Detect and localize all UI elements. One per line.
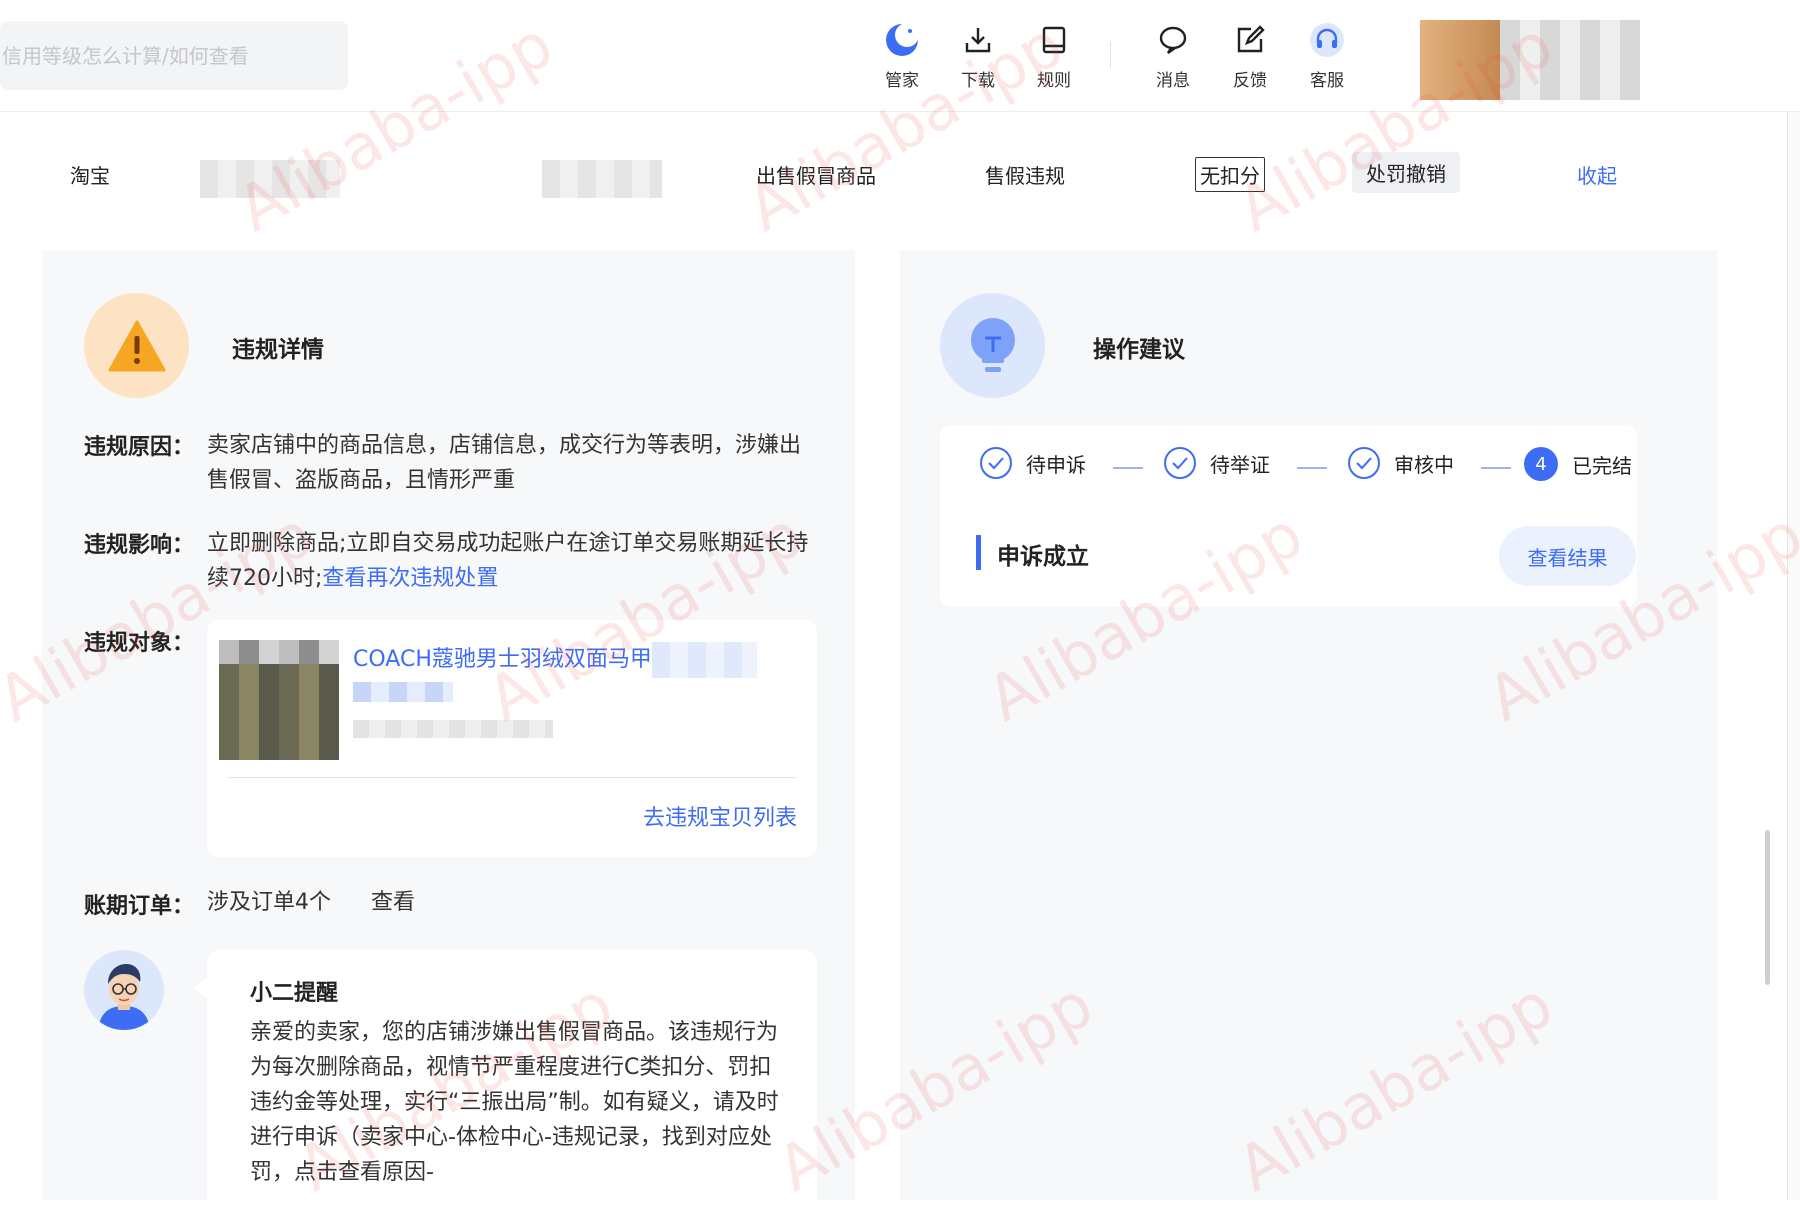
- violation-detail-title: 违规详情: [232, 337, 324, 363]
- product-thumbnail[interactable]: [219, 640, 339, 760]
- violation-category: 售假违规: [985, 164, 1065, 188]
- suggestion-panel: [900, 250, 1717, 1200]
- platform-label: 淘宝: [70, 164, 110, 188]
- assistant-reminder-card: 小二提醒 亲爱的卖家，您的店铺涉嫌出售假冒商品。该违规行为为每次删除商品，视情节…: [193, 950, 817, 1210]
- suggestion-title: 操作建议: [1093, 337, 1185, 363]
- step-connector: [1297, 467, 1327, 469]
- redacted-field: [200, 160, 340, 198]
- toolbar-butler[interactable]: 管家: [867, 20, 937, 91]
- scrollbar-thumb[interactable]: [1765, 830, 1770, 985]
- appeal-progress-card: 待申诉 待举证 审核中 4 已完结 申诉成立 查看结果: [940, 425, 1637, 607]
- appeal-status-marker: [976, 535, 981, 570]
- status-badge: 处罚撤销: [1352, 152, 1460, 193]
- lightbulb-icon: [940, 293, 1045, 398]
- violation-object-card: COACH蔻驰男士羽绒双面马甲 去违规宝贝列表: [207, 620, 817, 857]
- search-input[interactable]: [0, 21, 332, 90]
- step-number-badge: 4: [1524, 447, 1558, 481]
- toolbar-feedback[interactable]: 反馈: [1215, 20, 1285, 91]
- butler-moon-icon: [867, 20, 937, 60]
- impact-text-block: 立即删除商品;立即自交易成功起账户在途订单交易账期延长持续720小时;查看再次违…: [207, 526, 817, 596]
- check-icon: [1164, 447, 1196, 479]
- step-label: 审核中: [1394, 452, 1454, 477]
- view-result-button[interactable]: 查看结果: [1499, 526, 1636, 586]
- orders-view-link[interactable]: 查看: [371, 885, 415, 920]
- rules-book-icon: [1019, 20, 1089, 60]
- toolbar-label: 客服: [1310, 71, 1344, 91]
- toolbar-customer-service[interactable]: 客服: [1292, 20, 1362, 91]
- product-title[interactable]: COACH蔻驰男士羽绒双面马甲: [353, 647, 652, 672]
- step-under-review: 审核中: [1348, 447, 1454, 479]
- top-bar: 管家 下载 规则 消息 反馈 客服: [0, 0, 1800, 112]
- appeal-status-text: 申诉成立: [997, 544, 1089, 570]
- redacted-field: [542, 160, 662, 198]
- toolbar-label: 消息: [1156, 71, 1190, 91]
- card-divider: [227, 777, 797, 778]
- violation-items-list-link[interactable]: 去违规宝贝列表: [643, 800, 797, 832]
- repeat-violation-link[interactable]: 查看再次违规处置: [322, 566, 498, 591]
- orders-text: 涉及订单4个: [207, 890, 331, 915]
- violation-summary-row: 淘宝 出售假冒商品 售假违规 无扣分 处罚撤销 收起: [0, 140, 1760, 210]
- collapse-link[interactable]: 收起: [1577, 160, 1617, 189]
- redacted-title-part: [353, 682, 453, 702]
- reason-text: 卖家店铺中的商品信息，店铺信息，成交行为等表明，涉嫌出售假冒、盗版商品，且情形严…: [207, 433, 802, 493]
- download-icon: [943, 20, 1013, 60]
- toolbar-download[interactable]: 下载: [943, 20, 1013, 91]
- orders-label: 账期订单：: [84, 894, 195, 919]
- reminder-body: 亲爱的卖家，您的店铺涉嫌出售假冒商品。该违规行为为每次删除商品，视情节严重程度进…: [250, 1020, 779, 1185]
- step-pending-evidence: 待举证: [1164, 447, 1270, 479]
- step-label: 已完结: [1572, 453, 1632, 478]
- step-label: 待举证: [1210, 452, 1270, 477]
- toolbar-label: 规则: [1037, 71, 1071, 91]
- step-pending-appeal: 待申诉: [980, 447, 1086, 479]
- step-label: 待申诉: [1026, 452, 1086, 477]
- impact-text: 立即删除商品;立即自交易成功起账户在途订单交易账期延长持续720小时;: [207, 531, 809, 591]
- step-connector: [1481, 467, 1511, 469]
- toolbar-label: 下载: [961, 71, 995, 91]
- toolbar-divider: [1110, 42, 1111, 68]
- score-tag: 无扣分: [1195, 157, 1265, 192]
- redacted-product-meta: [353, 720, 553, 738]
- reminder-title: 小二提醒: [250, 981, 339, 1006]
- warning-icon: [84, 293, 189, 398]
- step-completed: 4 已完结: [1524, 447, 1632, 481]
- message-bubble-icon: [1138, 20, 1208, 60]
- product-title-link[interactable]: COACH蔻驰男士羽绒双面马甲: [353, 642, 803, 702]
- redacted-title-part: [651, 642, 757, 678]
- feedback-edit-icon: [1215, 20, 1285, 60]
- step-connector: [1113, 467, 1143, 469]
- headset-icon: [1292, 20, 1362, 60]
- violation-type: 出售假冒商品: [756, 164, 876, 188]
- assistant-avatar: [84, 950, 164, 1030]
- toolbar-label: 管家: [885, 71, 919, 91]
- impact-label: 违规影响：: [84, 533, 195, 558]
- account-avatar-blurred[interactable]: [1420, 20, 1640, 100]
- check-icon: [1348, 447, 1380, 479]
- toolbar-messages[interactable]: 消息: [1138, 20, 1208, 91]
- toolbar-rules[interactable]: 规则: [1019, 20, 1089, 91]
- toolbar-label: 反馈: [1233, 71, 1267, 91]
- page-scrollbar-track[interactable]: [1787, 112, 1800, 1200]
- object-label: 违规对象：: [84, 631, 195, 656]
- check-icon: [980, 447, 1012, 479]
- search-box[interactable]: [0, 21, 348, 90]
- reason-label: 违规原因：: [84, 435, 195, 460]
